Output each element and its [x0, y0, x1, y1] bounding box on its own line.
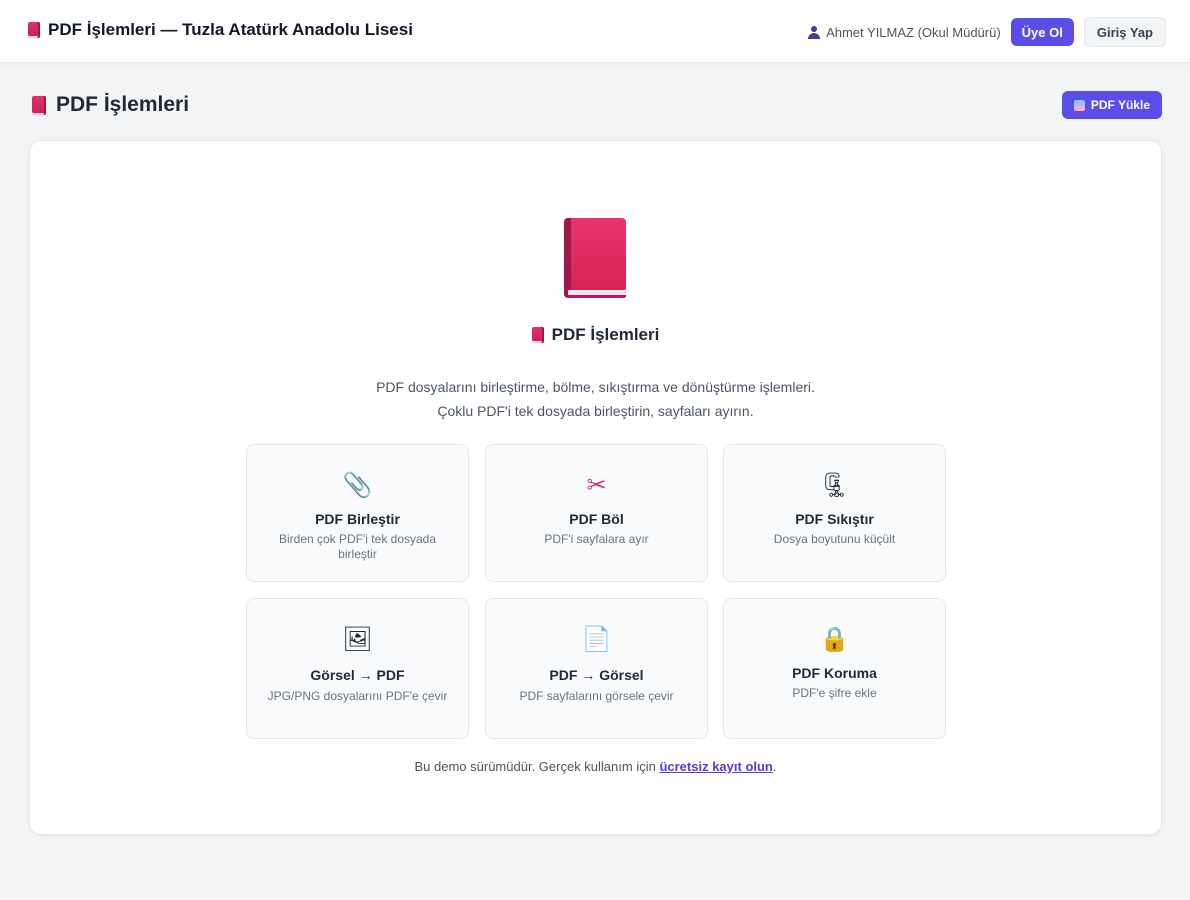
page-title: PDF İşlemleri — [56, 93, 190, 116]
signup-button[interactable]: Üye Ol — [1010, 18, 1074, 46]
scissors-icon: ✂ — [586, 471, 607, 499]
main-card: PDF İşlemleri PDF dosyalarını birleştirm… — [29, 140, 1162, 835]
upload-icon — [1073, 99, 1085, 111]
book-bottom — [568, 295, 626, 298]
tool-title: PDF Böl — [569, 511, 624, 527]
card-title: PDF İşlemleri — [551, 325, 660, 344]
demo-note-end: . — [772, 759, 777, 774]
tool-card-pdf-protect[interactable]: 🔒 PDF Koruma PDF'e şifre ekle — [723, 598, 946, 739]
free-signup-link[interactable]: ücretsiz kayıt olun — [659, 759, 772, 774]
book-icon — [564, 218, 626, 298]
book-icon — [32, 95, 46, 115]
tool-title: PDF Sıkıştır — [795, 511, 874, 527]
tool-description: Birden çok PDF'i tek dosyada birleştir — [278, 532, 437, 561]
description-line-1: PDF dosyalarını birleştirme, bölme, sıkı… — [376, 379, 815, 395]
book-spine — [564, 218, 571, 298]
book-icon — [28, 22, 40, 38]
tool-card-pdf-merge[interactable]: 📎 PDF Birleştir Birden çok PDF'i tek dos… — [246, 444, 469, 582]
paperclip-icon: 📎 — [342, 471, 373, 499]
book-cover — [564, 218, 626, 290]
demo-note-text: Bu demo sürümüdür. Gerçek kullanım için — [414, 759, 656, 774]
user-name: Ahmet YILMAZ (Okul Müdürü) — [826, 24, 1001, 40]
book-icon — [531, 327, 544, 343]
demo-note: Bu demo sürümüdür. Gerçek kullanım için … — [30, 759, 1161, 774]
description-line-2: Çoklu PDF'i tek dosyada birleştirin, say… — [437, 403, 754, 419]
tool-description: PDF'e şifre ekle — [792, 686, 877, 700]
tool-title: Görsel → PDF — [310, 667, 405, 683]
framed-picture-icon: 🖼 — [342, 625, 373, 653]
tool-card-image-to-pdf[interactable]: 🖼 Görsel → PDF JPG/PNG dosyalarını PDF'e… — [246, 598, 469, 739]
top-navbar: PDF İşlemleri — Tuzla Atatürk Anadolu Li… — [0, 0, 1190, 63]
brand: PDF İşlemleri — Tuzla Atatürk Anadolu Li… — [28, 20, 413, 40]
document-icon: 📄 — [581, 625, 612, 653]
page-header: PDF İşlemleri — [32, 93, 189, 117]
card-heading: PDF İşlemleri — [30, 325, 1161, 345]
card-description: PDF dosyalarını birleştirme, bölme, sıkı… — [30, 375, 1161, 423]
app-title: PDF İşlemleri — Tuzla Atatürk Anadolu Li… — [48, 20, 413, 39]
upload-pdf-label: PDF Yükle — [1090, 98, 1150, 112]
upload-pdf-button[interactable]: PDF Yükle — [1061, 91, 1162, 119]
user-area: Ahmet YILMAZ (Okul Müdürü) Üye Ol Giriş … — [808, 17, 1166, 47]
tool-card-pdf-to-image[interactable]: 📄 PDF → Görsel PDF sayfalarını görsele ç… — [485, 598, 708, 739]
tool-card-pdf-split[interactable]: ✂ PDF Böl PDF'i sayfalara ayır — [485, 444, 708, 582]
tool-title: PDF Koruma — [792, 665, 877, 681]
tool-description: PDF'i sayfalara ayır — [544, 532, 649, 546]
login-button[interactable]: Giriş Yap — [1083, 17, 1166, 47]
lock-icon: 🔒 — [819, 625, 850, 653]
tool-title: PDF → Görsel — [549, 667, 644, 683]
tool-description: PDF sayfalarını görsele çevir — [519, 689, 674, 703]
tool-description: Dosya boyutunu küçült — [773, 532, 896, 546]
clamp-icon: 🗜 — [819, 471, 850, 499]
user-icon — [808, 25, 821, 39]
tool-title: PDF Birleştir — [315, 511, 400, 527]
tool-description: JPG/PNG dosyalarını PDF'e çevir — [267, 689, 448, 703]
tool-card-pdf-compress[interactable]: 🗜 PDF Sıkıştır Dosya boyutunu küçült — [723, 444, 946, 582]
